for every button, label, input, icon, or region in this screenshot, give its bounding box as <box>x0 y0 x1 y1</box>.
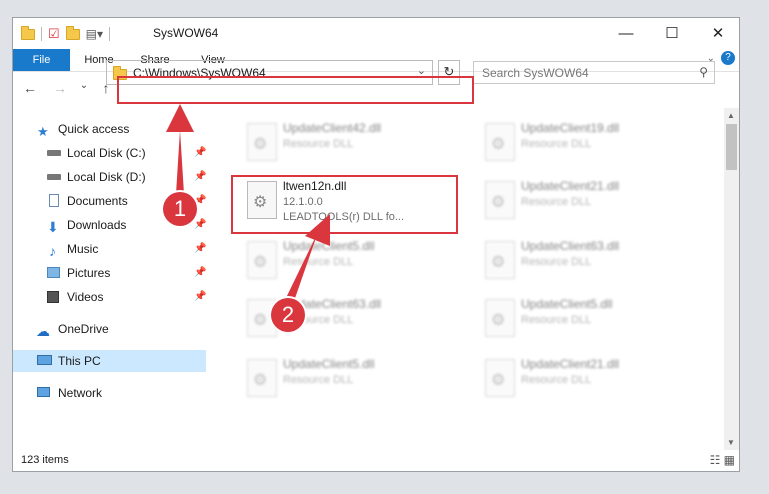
arrow-1-head <box>166 104 194 132</box>
step-2-badge: 2 <box>271 298 305 332</box>
annotation-arrows <box>166 104 330 304</box>
arrow-1 <box>176 130 184 194</box>
step-1-badge: 1 <box>163 192 197 226</box>
arrow-2-head <box>305 214 330 246</box>
arrow-2 <box>285 232 318 304</box>
